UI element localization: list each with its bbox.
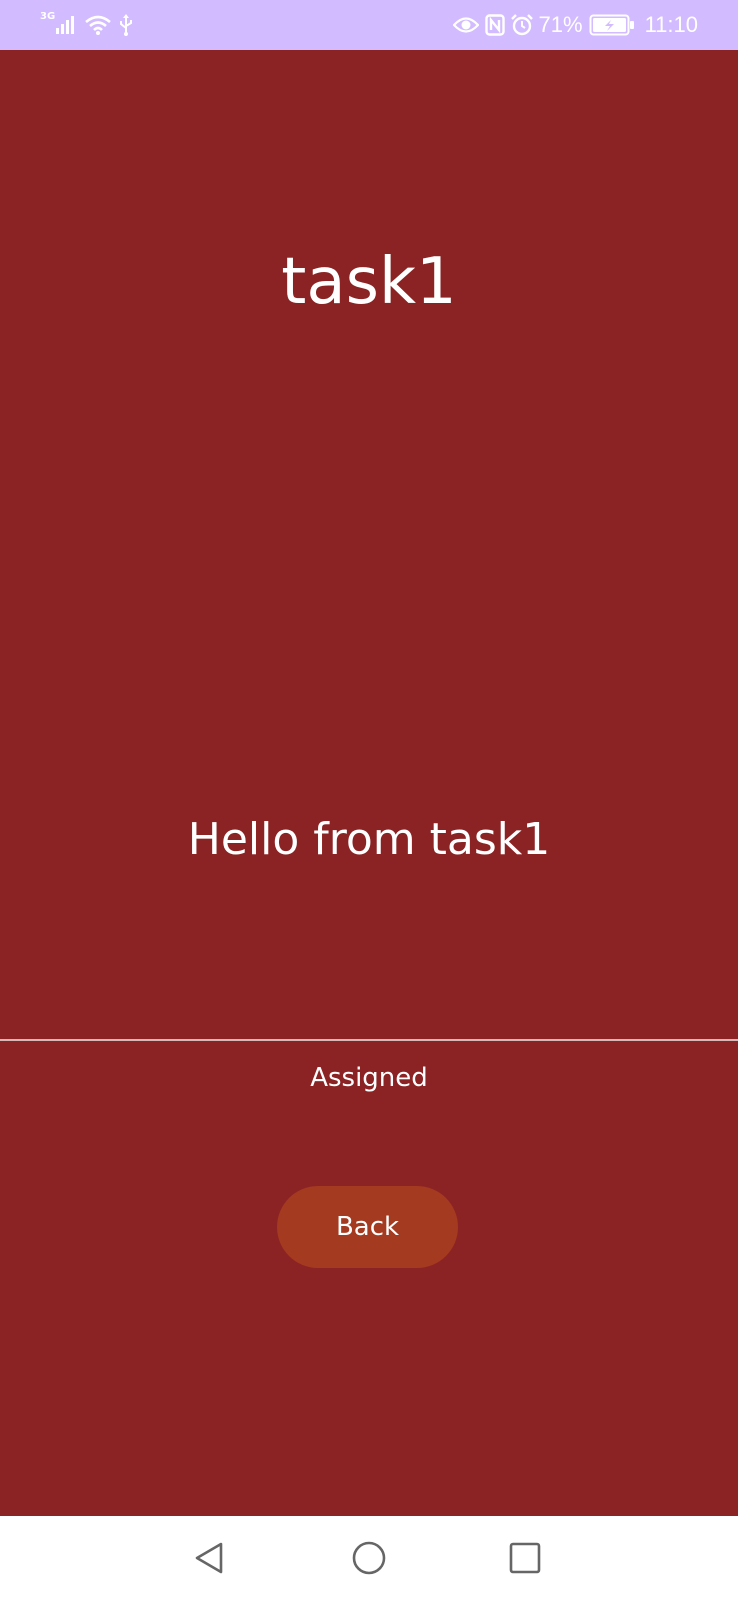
status-bar-left: 3G <box>40 11 134 36</box>
task-screen: task1 Hello from task1 Assigned Back <box>0 50 738 1516</box>
nav-recents-icon <box>509 1542 541 1574</box>
nav-home-icon <box>352 1541 386 1575</box>
task-status-label: Assigned <box>310 1063 428 1093</box>
battery-percent: 71% <box>538 12 583 37</box>
system-nav-bar <box>0 1516 738 1600</box>
status-bar: 3G 71% 11:10 <box>0 0 738 50</box>
alarm-icon <box>510 14 533 36</box>
clock: 11:10 <box>644 12 698 37</box>
eye-icon <box>452 17 479 33</box>
wifi-icon <box>85 15 112 35</box>
status-bar-right: 71% 11:10 <box>447 14 698 36</box>
signal-icon <box>56 16 75 34</box>
battery-charging-icon <box>589 14 634 36</box>
divider <box>0 1039 738 1041</box>
page-title: task1 <box>281 245 457 319</box>
back-button[interactable]: Back <box>277 1186 458 1268</box>
nav-back-icon <box>195 1542 223 1574</box>
nav-recents-button[interactable] <box>503 1536 547 1580</box>
hello-message: Hello from task1 <box>187 814 551 865</box>
nfc-icon <box>484 14 505 36</box>
network-type: 3G <box>40 11 56 22</box>
nav-back-button[interactable] <box>188 1536 232 1580</box>
usb-icon <box>120 14 133 36</box>
nav-home-button[interactable] <box>347 1536 391 1580</box>
